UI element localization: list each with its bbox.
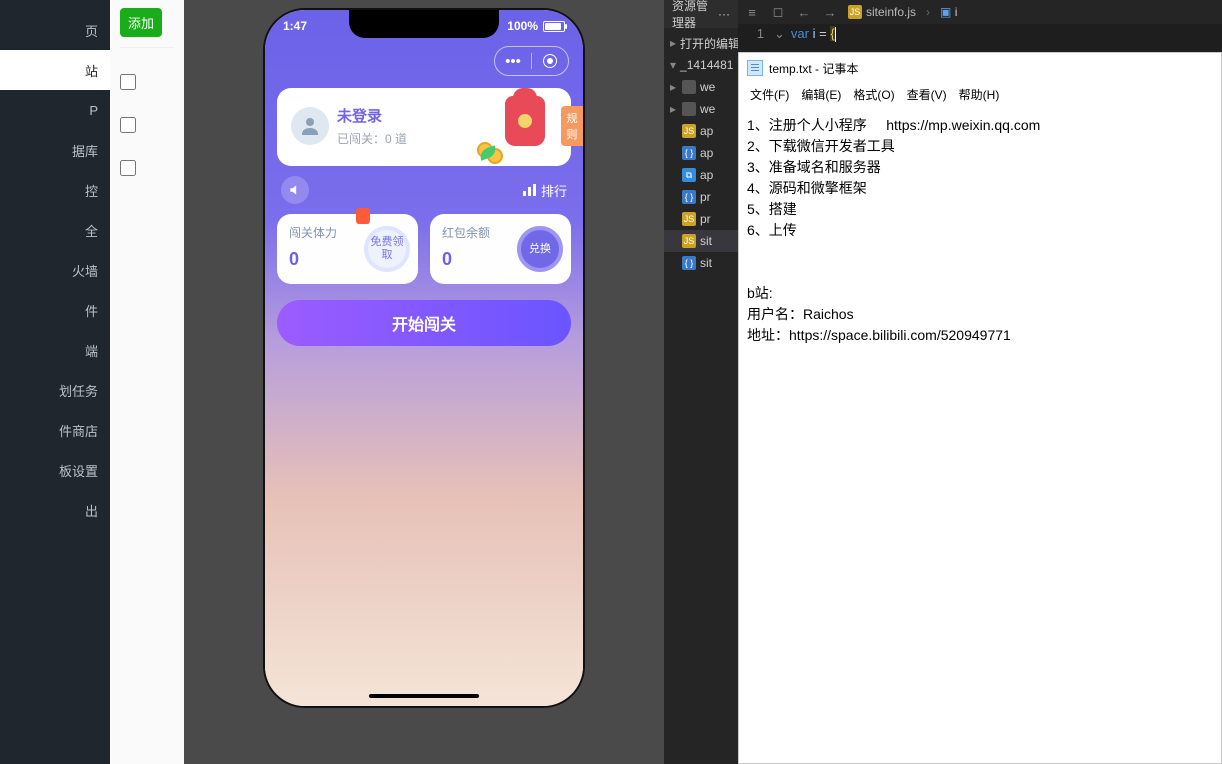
tree-row[interactable]: ⧉ap <box>664 164 738 186</box>
tree-row[interactable]: { }pr <box>664 186 738 208</box>
row-checkbox-2[interactable] <box>120 117 136 133</box>
sidebar-item-9[interactable]: 划任务 <box>0 370 110 410</box>
js-icon: JS <box>848 5 862 19</box>
outline-icon[interactable]: ≡ <box>744 4 760 20</box>
login-sub: 已闯关：0 道 <box>337 130 407 147</box>
target-icon <box>543 54 557 68</box>
explorer-pane: 资源管理器 ··· ▸打开的编辑器 ▾_1414481 ▸we ▸we JSap… <box>664 0 738 764</box>
sidebar-item-1[interactable]: 站 <box>0 50 110 90</box>
notepad-app-icon <box>747 60 763 76</box>
notepad-window: temp.txt - 记事本 文件(F) 编辑(E) 格式(O) 查看(V) 帮… <box>738 52 1222 764</box>
status-time: 1:47 <box>283 19 307 33</box>
add-site-button[interactable]: 添加 <box>120 8 162 37</box>
phone-notch <box>349 10 499 38</box>
new-badge-icon <box>356 208 370 224</box>
json-icon: { } <box>682 146 696 160</box>
bars-icon <box>523 184 536 196</box>
editor-body[interactable]: 1 ⌄ var i = { <box>738 24 1222 52</box>
simulator-pane: 1:47 100% ••• <box>184 0 664 764</box>
row-checkbox-1[interactable] <box>120 74 136 90</box>
tree-row[interactable]: ▸we <box>664 76 738 98</box>
fold-caret-icon[interactable]: ⌄ <box>774 26 785 42</box>
editor-tab[interactable]: JS siteinfo.js <box>848 5 916 19</box>
notepad-titlebar[interactable]: temp.txt - 记事本 <box>739 53 1221 83</box>
sidebar-item-7[interactable]: 件 <box>0 290 110 330</box>
tree-row[interactable]: ▸we <box>664 98 738 120</box>
notepad-title: temp.txt - 记事本 <box>769 60 858 77</box>
phone-screen: 1:47 100% ••• <box>265 10 583 706</box>
row-checkbox-3[interactable] <box>120 160 136 176</box>
project-root[interactable]: ▾_1414481 <box>664 54 738 76</box>
miniapp-capsule: ••• <box>494 46 569 76</box>
bookmark-icon[interactable]: ◻ <box>770 4 786 20</box>
menu-view[interactable]: 查看(V) <box>902 85 952 104</box>
redeem-button[interactable]: 兑换 <box>517 226 563 272</box>
notepad-menubar: 文件(F) 编辑(E) 格式(O) 查看(V) 帮助(H) <box>739 83 1221 105</box>
sidebar-item-5[interactable]: 全 <box>0 210 110 250</box>
battery-icon <box>543 21 565 32</box>
free-claim-button[interactable]: 免费领取 <box>364 226 410 272</box>
admin-sidebar: 页 站 P 据库 控 全 火墙 件 端 划任务 件商店 板设置 出 <box>0 0 110 764</box>
avatar-placeholder-icon <box>291 107 329 145</box>
tree-row-selected[interactable]: JSsit <box>664 230 738 252</box>
login-card[interactable]: 未登录 已闯关：0 道 规则 <box>277 88 571 166</box>
tree-row[interactable]: { }sit <box>664 252 738 274</box>
sidebar-item-12[interactable]: 出 <box>0 490 110 530</box>
stamina-card[interactable]: 闯关体力 0 免费领取 <box>277 214 418 284</box>
tree-row[interactable]: JSap <box>664 120 738 142</box>
sidebar-item-0[interactable]: 页 <box>0 10 110 50</box>
json-icon: { } <box>682 256 696 270</box>
battery-percent: 100% <box>507 19 538 33</box>
js-icon: JS <box>682 234 696 248</box>
capsule-close-button[interactable] <box>532 47 568 75</box>
sound-button[interactable] <box>281 176 309 204</box>
menu-format[interactable]: 格式(O) <box>848 85 899 104</box>
menu-edit[interactable]: 编辑(E) <box>796 85 846 104</box>
rules-tab[interactable]: 规则 <box>561 106 583 146</box>
breadcrumb-var[interactable]: ▣ i <box>940 5 957 19</box>
line-number: 1 <box>744 26 774 41</box>
sidebar-item-2[interactable]: P <box>0 90 110 130</box>
nav-back-icon[interactable]: ← <box>796 4 812 20</box>
js-icon: JS <box>682 124 696 138</box>
speaker-icon <box>288 183 302 197</box>
explorer-title: 资源管理器 <box>672 0 718 31</box>
balance-card[interactable]: 红包余额 0 兑换 <box>430 214 571 284</box>
start-button[interactable]: 开始闯关 <box>277 300 571 346</box>
ranking-label: 排行 <box>541 181 567 200</box>
json-icon: { } <box>682 190 696 204</box>
sidebar-item-10[interactable]: 件商店 <box>0 410 110 450</box>
login-title: 未登录 <box>337 105 407 126</box>
capsule-menu-button[interactable]: ••• <box>495 47 531 75</box>
html-icon: ⧉ <box>682 168 696 182</box>
open-editors-section[interactable]: ▸打开的编辑器 <box>664 32 738 54</box>
code-editor: ≡ ◻ ← → JS siteinfo.js › ▣ i 1 ⌄ var i =… <box>738 0 1222 52</box>
menu-help[interactable]: 帮助(H) <box>954 85 1005 104</box>
red-packet-illustration <box>479 90 551 162</box>
sidebar-item-6[interactable]: 火墙 <box>0 250 110 290</box>
explorer-more-icon[interactable]: ··· <box>718 7 730 21</box>
sidebar-item-11[interactable]: 板设置 <box>0 450 110 490</box>
phone-frame: 1:47 100% ••• <box>263 8 585 708</box>
right-column: ≡ ◻ ← → JS siteinfo.js › ▣ i 1 ⌄ var i =… <box>738 0 1222 764</box>
js-icon: JS <box>682 212 696 226</box>
menu-file[interactable]: 文件(F) <box>745 85 794 104</box>
home-indicator <box>369 694 479 698</box>
folder-icon <box>682 80 696 94</box>
sidebar-item-3[interactable]: 据库 <box>0 130 110 170</box>
nav-forward-icon[interactable]: → <box>822 4 838 20</box>
tree-row[interactable]: JSpr <box>664 208 738 230</box>
admin-panel-column: 添加 <box>110 0 184 764</box>
ranking-button[interactable]: 排行 <box>523 181 567 200</box>
tree-row[interactable]: { }ap <box>664 142 738 164</box>
sidebar-item-4[interactable]: 控 <box>0 170 110 210</box>
folder-icon <box>682 102 696 116</box>
editor-tabbar: ≡ ◻ ← → JS siteinfo.js › ▣ i <box>738 0 1222 24</box>
notepad-body[interactable]: 1、注册个人小程序 https://mp.weixin.qq.com 2、下载微… <box>739 105 1221 763</box>
sidebar-item-8[interactable]: 端 <box>0 330 110 370</box>
